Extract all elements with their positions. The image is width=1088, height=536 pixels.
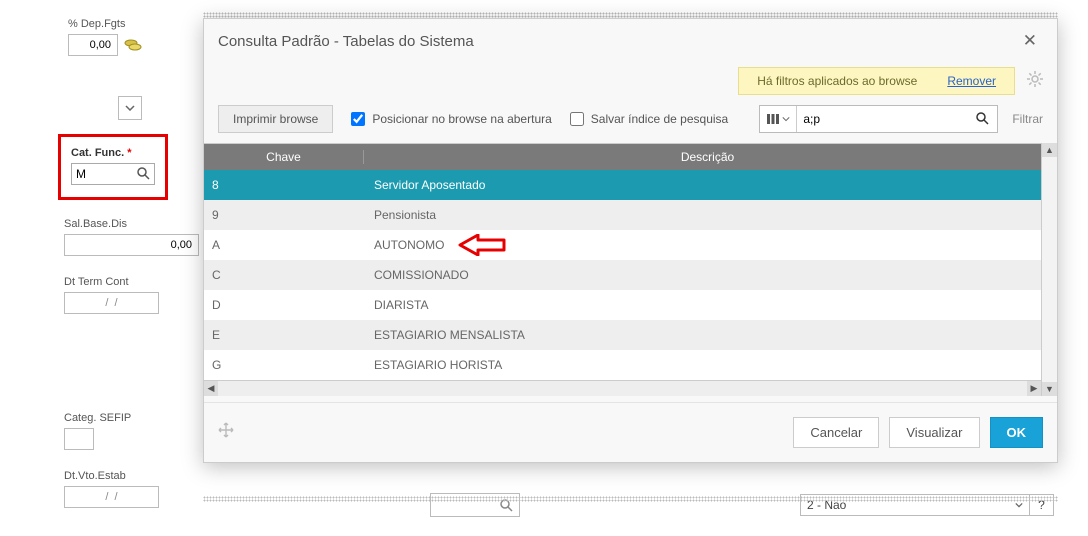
- chevron-down-icon: [782, 116, 790, 122]
- table-row[interactable]: 8Servidor Aposentado: [204, 170, 1041, 200]
- cell-chave: 9: [204, 208, 364, 222]
- cell-descricao: ESTAGIARIO HORISTA: [364, 358, 1041, 372]
- table-row[interactable]: DDIARISTA: [204, 290, 1041, 320]
- visualizar-button[interactable]: Visualizar: [889, 417, 979, 448]
- position-checkbox[interactable]: Posicionar no browse na abertura: [347, 109, 551, 129]
- filter-banner-text: Há filtros aplicados ao browse: [757, 74, 917, 88]
- sal-base-input[interactable]: [64, 234, 199, 256]
- background-form: % Dep.Fgts Cat. Func. * Sal.Base.Dis Dt …: [0, 0, 200, 536]
- move-icon[interactable]: [218, 422, 234, 443]
- table-row[interactable]: 9Pensionista: [204, 200, 1041, 230]
- position-checkbox-input[interactable]: [351, 112, 365, 126]
- gear-icon[interactable]: [1027, 71, 1043, 92]
- modal-resize-bottom[interactable]: [203, 496, 1058, 502]
- dt-vto-label: Dt.Vto.Estab: [64, 470, 192, 482]
- cell-chave: D: [204, 298, 364, 312]
- cell-descricao: Pensionista: [364, 208, 1041, 222]
- search-icon[interactable]: [132, 166, 154, 183]
- chevron-down-icon: [1015, 502, 1023, 508]
- vertical-scrollbar[interactable]: ▲ ▼: [1041, 143, 1057, 396]
- cat-func-input-wrap[interactable]: [71, 163, 155, 185]
- collapsed-dropdown[interactable]: [118, 96, 142, 120]
- filter-banner: Há filtros aplicados ao browse Remover: [738, 67, 1015, 95]
- dep-fgts-input[interactable]: [68, 34, 118, 56]
- save-index-checkbox-input[interactable]: [570, 112, 584, 126]
- cell-chave: C: [204, 268, 364, 282]
- cell-chave: A: [204, 238, 364, 252]
- save-index-checkbox-label: Salvar índice de pesquisa: [591, 112, 728, 126]
- search-icon[interactable]: [967, 111, 997, 128]
- modal-title: Consulta Padrão - Tabelas do Sistema: [218, 33, 474, 50]
- cell-descricao: ESTAGIARIO MENSALISTA: [364, 328, 1041, 342]
- dt-vto-input[interactable]: [64, 486, 159, 508]
- lookup-modal: Consulta Padrão - Tabelas do Sistema ✕ H…: [203, 18, 1058, 463]
- search-group: [759, 105, 998, 133]
- chevron-down-icon: [125, 105, 135, 111]
- grid: Chave Descrição 8Servidor Aposentado9Pen…: [204, 143, 1057, 396]
- view-mode-button[interactable]: [760, 106, 797, 132]
- modal-footer: Cancelar Visualizar OK: [204, 402, 1057, 462]
- scroll-up-icon[interactable]: ▲: [1042, 143, 1057, 157]
- ok-button[interactable]: OK: [990, 417, 1044, 448]
- cat-func-input[interactable]: [72, 165, 132, 183]
- cancel-button[interactable]: Cancelar: [793, 417, 879, 448]
- cell-descricao: DIARISTA: [364, 298, 1041, 312]
- position-checkbox-label: Posicionar no browse na abertura: [372, 112, 551, 126]
- scroll-down-icon[interactable]: ▼: [1042, 382, 1057, 396]
- dt-term-input[interactable]: [64, 292, 159, 314]
- cat-func-label: Cat. Func. *: [71, 147, 132, 159]
- close-icon[interactable]: ✕: [1017, 29, 1043, 53]
- column-header-descricao[interactable]: Descrição: [364, 150, 1041, 164]
- scroll-right-icon[interactable]: ▶: [1027, 381, 1041, 396]
- search-input[interactable]: [797, 110, 967, 128]
- table-row[interactable]: AAUTONOMO: [204, 230, 1041, 260]
- dt-term-field: Dt Term Cont: [64, 276, 192, 314]
- sal-base-label: Sal.Base.Dis: [64, 218, 192, 230]
- table-row[interactable]: CCOMISSIONADO: [204, 260, 1041, 290]
- filtrar-link[interactable]: Filtrar: [1012, 112, 1043, 126]
- dt-vto-field: Dt.Vto.Estab: [64, 470, 192, 508]
- scroll-left-icon[interactable]: ◀: [204, 381, 218, 396]
- grid-header: Chave Descrição: [204, 144, 1041, 170]
- horizontal-scrollbar[interactable]: ◀ ▶: [204, 380, 1041, 396]
- cell-chave: E: [204, 328, 364, 342]
- column-header-chave[interactable]: Chave: [204, 150, 364, 164]
- print-browse-button[interactable]: Imprimir browse: [218, 105, 333, 133]
- table-row[interactable]: GESTAGIARIO HORISTA: [204, 350, 1041, 380]
- sal-base-field: Sal.Base.Dis: [64, 218, 192, 256]
- annotation-arrow-icon: [458, 234, 506, 256]
- table-row[interactable]: EESTAGIARIO MENSALISTA: [204, 320, 1041, 350]
- dt-term-label: Dt Term Cont: [64, 276, 192, 288]
- cell-descricao: Servidor Aposentado: [364, 178, 1041, 192]
- categ-sefip-label: Categ. SEFIP: [64, 412, 192, 424]
- cell-chave: G: [204, 358, 364, 372]
- categ-sefip-input[interactable]: [64, 428, 94, 450]
- cell-descricao: AUTONOMO: [364, 234, 1041, 256]
- columns-icon: [766, 113, 780, 125]
- cell-descricao: COMISSIONADO: [364, 268, 1041, 282]
- cat-func-field: Cat. Func. *: [58, 134, 168, 200]
- save-index-checkbox[interactable]: Salvar índice de pesquisa: [566, 109, 728, 129]
- dep-fgts-field: % Dep.Fgts: [68, 18, 192, 56]
- cell-chave: 8: [204, 178, 364, 192]
- coins-icon: [124, 38, 142, 52]
- categ-sefip-field: Categ. SEFIP: [64, 412, 192, 450]
- filter-remove-link[interactable]: Remover: [947, 74, 996, 88]
- dep-fgts-label: % Dep.Fgts: [68, 18, 192, 30]
